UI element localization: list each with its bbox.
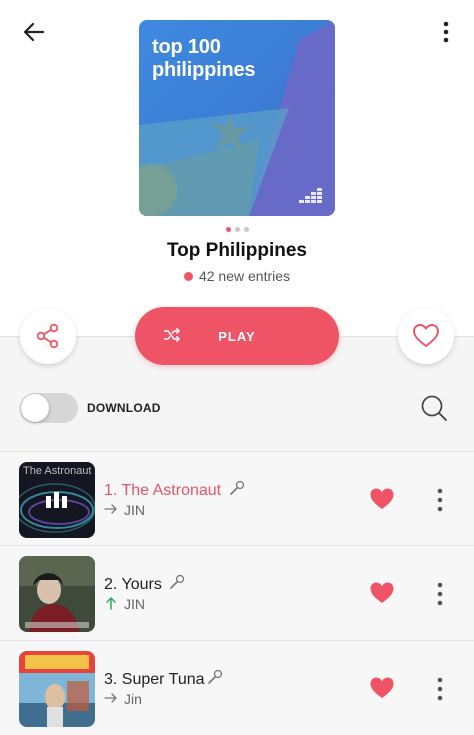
- more-vertical-icon: [437, 677, 443, 701]
- search-icon: [421, 395, 447, 421]
- new-entries-dot: [183, 271, 193, 281]
- share-button[interactable]: [20, 308, 76, 364]
- cover-title-line1: top 100: [152, 36, 221, 58]
- back-button[interactable]: [18, 16, 50, 48]
- playlist-subtitle: 42 new entries: [0, 268, 474, 284]
- deezer-logo-icon: [299, 188, 322, 203]
- lyrics-microphone-icon: [170, 574, 185, 589]
- carousel-dot: [243, 227, 249, 232]
- playlist-cover: top 100 philippines: [139, 20, 335, 216]
- more-vertical-icon: [437, 582, 443, 606]
- more-options-button[interactable]: [434, 16, 458, 48]
- track-artist: JIN: [124, 502, 145, 518]
- carousel-dot: [234, 227, 240, 232]
- heart-outline-icon: [413, 324, 439, 347]
- album-art-text: The Astronaut: [23, 465, 92, 477]
- more-vertical-icon: [437, 488, 443, 512]
- cover-title: top 100 philippines: [152, 36, 256, 82]
- track-title: 2. Yours: [104, 576, 162, 593]
- trend-same-icon: [104, 693, 117, 703]
- new-entries-label: 42 new entries: [198, 268, 291, 284]
- track-artist: JIN: [124, 596, 145, 612]
- trend-same-icon: [104, 504, 117, 514]
- track-more-button[interactable]: [430, 580, 450, 608]
- carousel-dot: [225, 227, 231, 232]
- carousel-indicator: [0, 227, 474, 232]
- download-label: DOWNLOAD: [87, 401, 161, 415]
- track-row[interactable]: The Astronaut 1. The Astronaut JIN: [0, 451, 474, 545]
- play-button-label: PLAY: [218, 328, 256, 344]
- play-button[interactable]: PLAY: [135, 307, 339, 365]
- track-artist: Jin: [124, 691, 142, 707]
- track-row[interactable]: 3. Super Tuna Jin: [0, 640, 474, 734]
- track-row[interactable]: 2. Yours JIN: [0, 545, 474, 639]
- shuffle-icon: [164, 327, 181, 343]
- heart-filled-icon[interactable]: [369, 487, 395, 511]
- cover-title-line2: philippines: [152, 59, 256, 81]
- track-title: 3. Super Tuna: [104, 671, 205, 688]
- toggle-knob: [21, 394, 49, 422]
- track-more-button[interactable]: [430, 486, 450, 514]
- track-more-button[interactable]: [430, 675, 450, 703]
- album-art: [19, 651, 95, 727]
- track-title: 1. The Astronaut: [104, 482, 222, 499]
- album-art: [19, 556, 95, 632]
- arrow-left-icon: [23, 22, 45, 42]
- heart-filled-icon[interactable]: [369, 581, 395, 605]
- lyrics-microphone-icon: [208, 669, 223, 684]
- trend-up-icon: [106, 597, 116, 610]
- search-tracks-button[interactable]: [420, 394, 448, 422]
- favorite-playlist-button[interactable]: [398, 308, 454, 364]
- lyrics-microphone-icon: [230, 480, 245, 495]
- share-icon: [36, 323, 59, 349]
- download-row: DOWNLOAD: [20, 392, 454, 424]
- download-toggle[interactable]: [20, 393, 78, 423]
- more-vertical-icon: [443, 21, 449, 43]
- album-art: The Astronaut: [19, 462, 95, 538]
- playlist-title: Top Philippines: [166, 240, 308, 261]
- heart-filled-icon[interactable]: [369, 676, 395, 700]
